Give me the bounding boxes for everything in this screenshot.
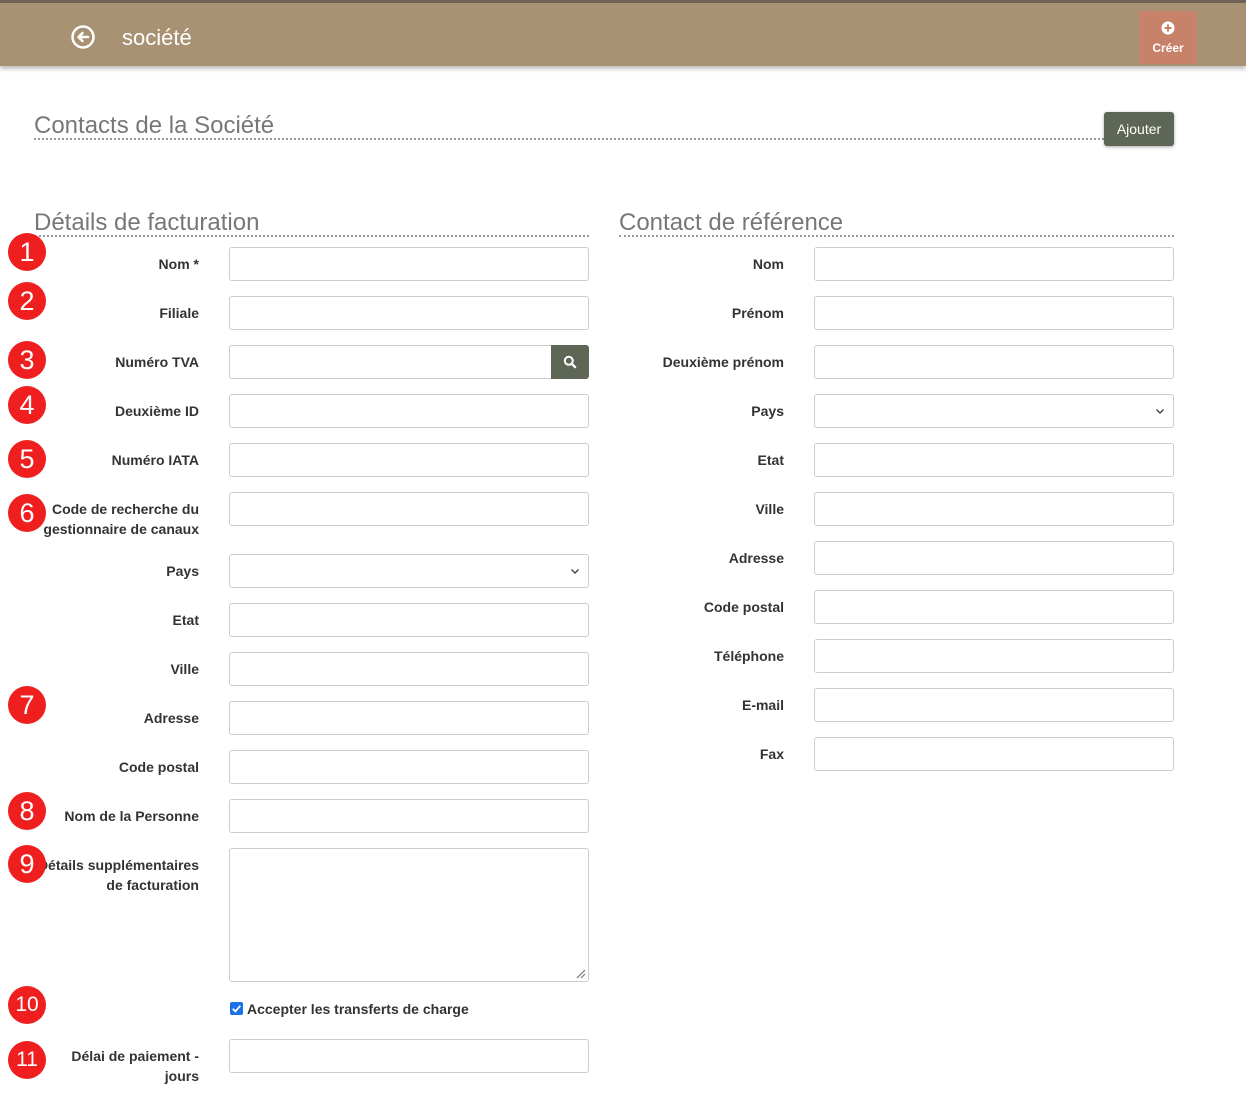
marker-badge: 3 — [8, 341, 46, 379]
billing-delai-input[interactable] — [229, 1039, 589, 1073]
plus-circle-icon — [1161, 21, 1175, 35]
create-button[interactable]: Créer — [1139, 11, 1197, 64]
billing-title: Détails de facturation — [34, 209, 260, 236]
back-arrow-icon[interactable] — [71, 25, 95, 49]
billing-details-label-2: de facturation — [106, 877, 199, 893]
billing-pays-label: Pays — [166, 563, 199, 579]
billing-tva-label: Numéro TVA — [115, 354, 199, 370]
billing-pays-select[interactable] — [229, 554, 589, 588]
marker-badge: 10 — [8, 986, 46, 1024]
billing-channel-code-label-1: Code de recherche du — [51, 501, 199, 517]
ref-email-label: E-mail — [741, 697, 784, 713]
billing-delai-label-1: Délai de paiement - — [71, 1048, 199, 1064]
ref-ville-label: Ville — [755, 501, 784, 517]
ref-etat-label: Etat — [757, 452, 784, 468]
marker-badge: 11 — [8, 1041, 46, 1079]
ref-adresse-input[interactable] — [814, 541, 1174, 575]
top-bar: société Créer — [0, 0, 1246, 66]
accept-transfers-checkbox[interactable] — [230, 1002, 243, 1015]
ref-code-postal-label: Code postal — [703, 599, 784, 615]
billing-divider — [34, 235, 589, 237]
ref-etat-input[interactable] — [814, 443, 1174, 477]
create-button-label: Créer — [1152, 41, 1184, 55]
billing-etat-input[interactable] — [229, 603, 589, 637]
contacts-divider — [34, 138, 1104, 140]
billing-filiale-input[interactable] — [229, 296, 589, 330]
ref-pays-label: Pays — [751, 403, 784, 419]
ref-prenom-label: Prénom — [731, 305, 784, 321]
ref-fax-input[interactable] — [814, 737, 1174, 771]
ref-second-prenom-label: Deuxième prénom — [662, 354, 784, 370]
marker-badge: 1 — [8, 233, 46, 271]
reference-title: Contact de référence — [619, 209, 844, 236]
tva-search-button[interactable] — [551, 345, 589, 379]
billing-adresse-input[interactable] — [229, 701, 589, 735]
billing-iata-label: Numéro IATA — [111, 452, 199, 468]
billing-code-postal-input[interactable] — [229, 750, 589, 784]
reference-divider — [619, 235, 1174, 237]
billing-ville-label: Ville — [170, 661, 199, 677]
marker-badge: 6 — [8, 494, 46, 532]
billing-iata-input[interactable] — [229, 443, 589, 477]
ref-nom-input[interactable] — [814, 247, 1174, 281]
page-title: société — [122, 25, 192, 50]
ref-ville-input[interactable] — [814, 492, 1174, 526]
billing-adresse-label: Adresse — [143, 710, 199, 726]
checkmark-icon — [232, 1005, 241, 1013]
marker-badge: 4 — [8, 386, 46, 424]
ref-pays-select[interactable] — [814, 394, 1174, 428]
billing-channel-code-label-2: gestionnaire de canaux — [43, 521, 199, 537]
ref-adresse-label: Adresse — [728, 550, 784, 566]
ref-prenom-input[interactable] — [814, 296, 1174, 330]
marker-badge: 8 — [8, 792, 46, 830]
billing-tva-input[interactable] — [229, 345, 552, 379]
marker-badge: 7 — [8, 686, 46, 724]
billing-second-id-label: Deuxième ID — [114, 403, 199, 419]
ref-email-input[interactable] — [814, 688, 1174, 722]
accept-transfers-label[interactable]: Accepter les transferts de charge — [247, 999, 469, 1019]
billing-etat-label: Etat — [172, 612, 199, 628]
billing-details-textarea[interactable] — [229, 848, 589, 982]
ref-nom-label: Nom — [752, 256, 784, 272]
billing-delai-label-2: jours — [164, 1068, 199, 1084]
marker-badge: 9 — [8, 845, 46, 883]
chevron-down-icon — [1156, 409, 1164, 414]
billing-ville-input[interactable] — [229, 652, 589, 686]
ref-fax-label: Fax — [759, 746, 784, 762]
billing-code-postal-label: Code postal — [118, 759, 199, 775]
ref-code-postal-input[interactable] — [814, 590, 1174, 624]
billing-filiale-label: Filiale — [159, 305, 199, 321]
billing-nom-input[interactable] — [229, 247, 589, 281]
marker-badge: 2 — [8, 282, 46, 320]
marker-badge: 5 — [8, 440, 46, 478]
chevron-down-icon — [571, 569, 579, 574]
billing-personne-label: Nom de la Personne — [64, 808, 199, 824]
billing-nom-label: Nom * — [158, 256, 199, 272]
billing-personne-input[interactable] — [229, 799, 589, 833]
add-contact-button[interactable]: Ajouter — [1104, 112, 1174, 146]
ref-telephone-label: Téléphone — [713, 648, 784, 664]
billing-second-id-input[interactable] — [229, 394, 589, 428]
search-icon — [563, 355, 577, 369]
resize-handle-icon[interactable] — [574, 967, 586, 979]
billing-details-label-1: Détails supplémentaires — [37, 857, 199, 873]
contacts-title: Contacts de la Société — [34, 112, 275, 139]
billing-channel-code-input[interactable] — [229, 492, 589, 526]
ref-telephone-input[interactable] — [814, 639, 1174, 673]
ref-second-prenom-input[interactable] — [814, 345, 1174, 379]
